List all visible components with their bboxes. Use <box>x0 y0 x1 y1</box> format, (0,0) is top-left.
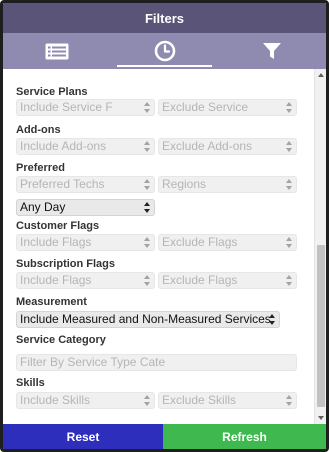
header: Filters <box>3 3 326 33</box>
preferred-techs-placeholder: Preferred Techs <box>20 177 105 191</box>
clock-icon <box>154 40 175 62</box>
page-title: Filters <box>144 10 184 26</box>
reset-button[interactable]: Reset <box>3 424 163 449</box>
select-arrows-icon <box>144 102 151 113</box>
exclude-add-ons-placeholder: Exclude Add-ons <box>162 139 253 153</box>
exclude-service-plans-select[interactable]: Exclude Service <box>158 99 297 116</box>
exclude-customer-flags-select[interactable]: Exclude Flags <box>158 234 297 251</box>
service-category-placeholder: Filter By Service Type Cate <box>20 355 166 369</box>
select-arrows-icon <box>269 314 276 325</box>
select-arrows-icon <box>286 237 293 248</box>
exclude-subscription-flags-placeholder: Exclude Flags <box>162 273 238 287</box>
include-customer-flags-select[interactable]: Include Flags <box>16 234 155 251</box>
include-skills-placeholder: Include Skills <box>20 393 91 407</box>
include-subscription-flags-select[interactable]: Include Flags <box>16 272 155 289</box>
measurement-value: Include Measured and Non-Measured Servic… <box>20 312 271 326</box>
include-subscription-flags-placeholder: Include Flags <box>20 273 92 287</box>
refresh-button[interactable]: Refresh <box>163 424 326 449</box>
exclude-customer-flags-placeholder: Exclude Flags <box>162 235 238 249</box>
subscription-flags-label: Subscription Flags <box>16 258 116 270</box>
filter-icon <box>263 43 282 59</box>
include-add-ons-select[interactable]: Include Add-ons <box>16 138 155 155</box>
select-arrows-icon <box>286 102 293 113</box>
regions-select[interactable]: Regions <box>158 176 297 193</box>
tab-list[interactable] <box>3 33 111 69</box>
tab-bar <box>3 33 326 69</box>
scroll-down-icon[interactable] <box>318 416 324 420</box>
tab-schedule[interactable] <box>111 33 219 69</box>
customer-flags-label: Customer Flags <box>16 220 100 232</box>
select-arrows-icon <box>286 275 293 286</box>
vertical-scrollbar[interactable] <box>314 69 326 424</box>
preferred-day-value: Any Day <box>20 200 66 214</box>
preferred-label: Preferred <box>16 162 65 174</box>
exclude-subscription-flags-select[interactable]: Exclude Flags <box>158 272 297 289</box>
tab-filter[interactable] <box>218 33 326 69</box>
list-icon <box>45 43 69 59</box>
scrollbar-thumb[interactable] <box>317 245 325 407</box>
exclude-add-ons-select[interactable]: Exclude Add-ons <box>158 138 297 155</box>
preferred-day-select[interactable]: Any Day <box>16 199 155 216</box>
select-arrows-icon <box>144 275 151 286</box>
select-arrows-icon <box>144 237 151 248</box>
select-arrows-icon <box>144 141 151 152</box>
select-arrows-icon <box>286 395 293 406</box>
regions-placeholder: Regions <box>162 177 207 191</box>
exclude-skills-select[interactable]: Exclude Skills <box>158 392 297 409</box>
footer-actions: Reset Refresh <box>3 424 326 449</box>
skills-label: Skills <box>16 377 45 389</box>
select-arrows-icon <box>286 141 293 152</box>
measurement-select[interactable]: Include Measured and Non-Measured Servic… <box>16 311 280 328</box>
select-arrows-icon <box>144 179 151 190</box>
filters-panel: Filters Service Plans Include Service F … <box>0 0 329 452</box>
include-service-plans-placeholder: Include Service F <box>20 100 113 114</box>
scroll-up-icon[interactable] <box>318 73 324 77</box>
exclude-skills-placeholder: Exclude Skills <box>162 393 237 407</box>
select-arrows-icon <box>144 395 151 406</box>
measurement-label: Measurement <box>16 296 87 308</box>
include-add-ons-placeholder: Include Add-ons <box>20 139 107 153</box>
service-category-input[interactable]: Filter By Service Type Cate <box>16 354 297 371</box>
include-service-plans-select[interactable]: Include Service F <box>16 99 155 116</box>
include-skills-select[interactable]: Include Skills <box>16 392 155 409</box>
include-customer-flags-placeholder: Include Flags <box>20 235 92 249</box>
add-ons-label: Add-ons <box>16 124 61 136</box>
exclude-service-plans-placeholder: Exclude Service <box>162 100 249 114</box>
filters-form: Service Plans Include Service F Exclude … <box>3 69 326 424</box>
select-arrows-icon <box>286 179 293 190</box>
service-plans-label: Service Plans <box>16 86 88 98</box>
select-arrows-icon <box>144 202 151 213</box>
preferred-techs-select[interactable]: Preferred Techs <box>16 176 155 193</box>
service-category-label: Service Category <box>16 334 106 346</box>
